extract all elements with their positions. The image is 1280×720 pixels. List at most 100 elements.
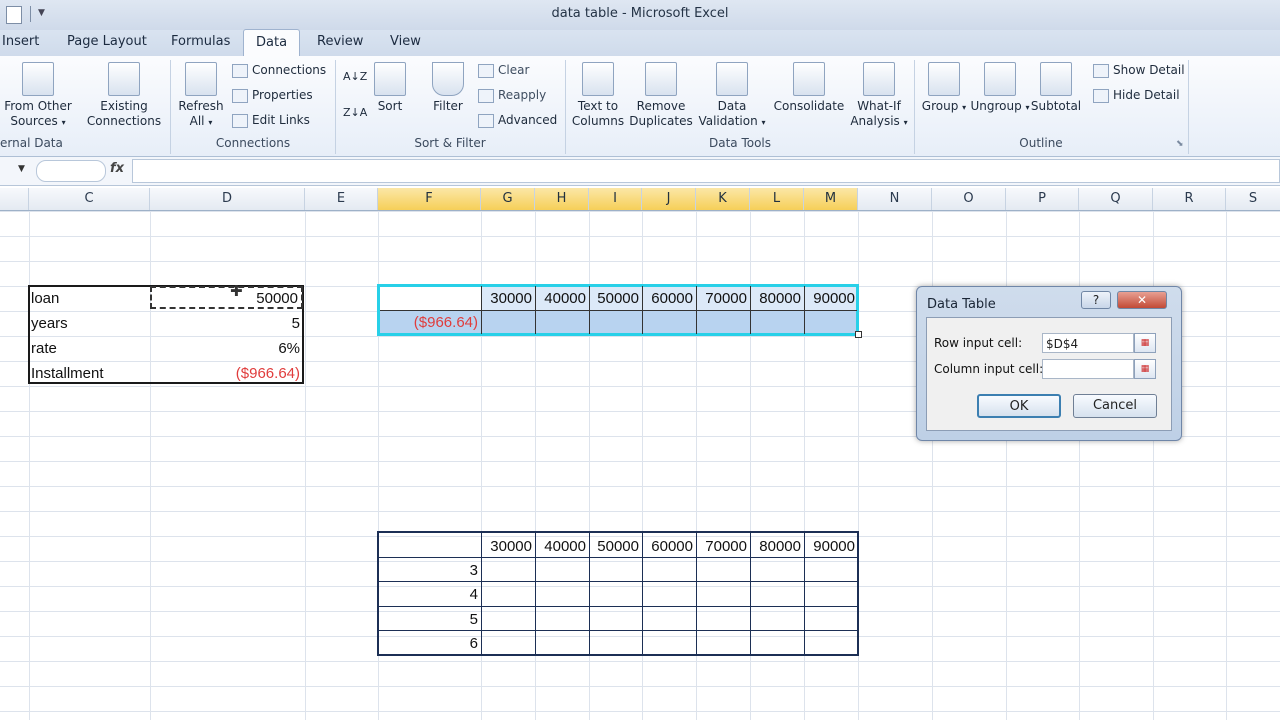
tab-data[interactable]: Data — [243, 29, 301, 57]
ok-button[interactable]: OK — [977, 394, 1061, 418]
advanced-button[interactable]: Advanced — [478, 113, 557, 128]
existing-connections-button[interactable]: Existing Connections — [84, 62, 164, 129]
name-box-dropdown-icon[interactable]: ▼ — [18, 164, 25, 174]
connections-button[interactable]: Connections — [232, 63, 326, 78]
collapse-dialog-icon[interactable]: ▦ — [1134, 359, 1156, 379]
reapply-label: Reapply — [498, 88, 547, 102]
hide-detail-button[interactable]: Hide Detail — [1093, 88, 1180, 103]
close-button[interactable]: ✕ — [1117, 291, 1167, 309]
subtotal-button[interactable]: Subtotal — [1028, 62, 1084, 114]
data-validation-button[interactable]: Data Validation ▾ — [696, 62, 768, 130]
column-header-m[interactable]: M — [804, 188, 858, 210]
table2-row-label[interactable]: 3 — [378, 558, 481, 583]
table2-header-cell[interactable]: 40000 — [535, 534, 589, 559]
formula-input[interactable] — [132, 159, 1280, 183]
fill-handle[interactable] — [855, 331, 862, 338]
table2-header-cell[interactable]: 60000 — [642, 534, 696, 559]
column-header-i[interactable]: I — [589, 188, 642, 210]
cell-loan-value[interactable]: 50000 — [150, 286, 303, 309]
table1-header-cell[interactable]: 90000 — [804, 286, 858, 311]
table1-header-cell[interactable]: 60000 — [642, 286, 696, 311]
column-header-p[interactable]: P — [1006, 188, 1079, 210]
table2-header-cell[interactable]: 30000 — [481, 534, 535, 559]
show-detail-button[interactable]: Show Detail — [1093, 63, 1185, 78]
name-box-expand[interactable] — [36, 160, 106, 182]
cancel-button[interactable]: Cancel — [1073, 394, 1157, 418]
sort-descending-button[interactable]: Z↓A — [343, 106, 367, 119]
clear-button[interactable]: Clear — [478, 63, 529, 78]
reapply-button[interactable]: Reapply — [478, 88, 546, 103]
cell-label-rate[interactable]: rate — [31, 336, 149, 361]
properties-button[interactable]: Properties — [232, 88, 313, 103]
cell-label-years[interactable]: years — [31, 311, 149, 336]
column-header-e[interactable]: E — [305, 188, 378, 210]
refresh-all-label-2: All ▾ — [189, 114, 213, 128]
table1-header-cell[interactable]: 30000 — [481, 286, 535, 311]
table2-header-cell[interactable]: 80000 — [750, 534, 804, 559]
text-to-columns-button[interactable]: Text to Columns — [570, 62, 626, 129]
column-header-d[interactable]: D — [150, 188, 305, 210]
row-input-field[interactable]: $D$4 — [1042, 333, 1134, 353]
consolidate-button[interactable]: Consolidate — [772, 62, 846, 114]
cell-installment-value[interactable]: ($966.64) — [150, 361, 303, 386]
consolidate-label: Consolidate — [773, 99, 845, 113]
tab-view[interactable]: View — [390, 34, 421, 49]
table1-formula-cell[interactable]: ($966.64) — [378, 310, 481, 335]
cell-years-value[interactable]: 5 — [150, 311, 303, 336]
from-other-sources-button[interactable]: From Other Sources ▾ — [2, 62, 74, 130]
column-header-s[interactable]: S — [1226, 188, 1280, 210]
group-label-outline: Outline — [1019, 136, 1063, 150]
column-header-h[interactable]: H — [535, 188, 589, 210]
cell-label-loan[interactable]: loan — [31, 286, 149, 311]
ungroup-button[interactable]: Ungroup ▾ — [968, 62, 1032, 115]
table2-row-label[interactable]: 6 — [378, 631, 481, 656]
table1-header-cell[interactable]: 40000 — [535, 286, 589, 311]
dialog-launcher-icon[interactable]: ⬊ — [1176, 139, 1184, 149]
table2-header-cell[interactable]: 90000 — [804, 534, 858, 559]
tab-review[interactable]: Review — [317, 34, 363, 49]
consolidate-icon — [793, 62, 825, 96]
column-header-r[interactable]: R — [1153, 188, 1226, 210]
column-header-g[interactable]: G — [481, 188, 535, 210]
sort-ascending-button[interactable]: A↓Z — [343, 70, 367, 83]
refresh-all-button[interactable]: Refresh All ▾ — [174, 62, 228, 130]
cell-rate-value[interactable]: 6% — [150, 336, 303, 361]
column-header-o[interactable]: O — [932, 188, 1006, 210]
data-table-dialog: Data Table ? ✕ Row input cell: $D$4 ▦ Co… — [916, 286, 1182, 441]
table1-header-cell[interactable]: 50000 — [589, 286, 642, 311]
group-label-data-tools: Data Tools — [708, 136, 772, 150]
column-header-l[interactable]: L — [750, 188, 804, 210]
column-header-partial[interactable] — [0, 188, 29, 210]
column-header-c[interactable]: C — [29, 188, 150, 210]
table2-row-label[interactable]: 5 — [378, 607, 481, 632]
column-header-q[interactable]: Q — [1079, 188, 1153, 210]
insert-function-icon[interactable]: fx — [110, 161, 124, 176]
edit-links-button[interactable]: Edit Links — [232, 113, 310, 128]
table2-row-label[interactable]: 4 — [378, 582, 481, 607]
tab-page-layout[interactable]: Page Layout — [67, 34, 147, 49]
tab-insert[interactable]: Insert — [2, 34, 39, 49]
column-header-j[interactable]: J — [642, 188, 696, 210]
table2-header-cell[interactable]: 50000 — [589, 534, 642, 559]
table2-header-cell[interactable]: 70000 — [696, 534, 750, 559]
gridline — [1226, 211, 1227, 720]
column-input-field[interactable] — [1042, 359, 1134, 379]
remove-duplicates-button[interactable]: Remove Duplicates — [629, 62, 693, 129]
sort-button[interactable]: Sort — [370, 62, 410, 114]
group-button[interactable]: Group ▾ — [920, 62, 968, 115]
filter-button[interactable]: Filter — [426, 62, 470, 114]
from-other-sources-label-2: Sources ▾ — [10, 114, 66, 128]
table1-header-cell[interactable]: 70000 — [696, 286, 750, 311]
column-header-f[interactable]: F — [378, 188, 481, 210]
column-header-k[interactable]: K — [696, 188, 750, 210]
cell-label-installment[interactable]: Installment — [31, 361, 149, 386]
ungroup-label: Ungroup ▾ — [970, 99, 1030, 113]
tab-formulas[interactable]: Formulas — [171, 34, 230, 49]
what-if-analysis-button[interactable]: What-If Analysis ▾ — [848, 62, 910, 130]
connections-icon — [232, 63, 248, 78]
table1-header-cell[interactable]: 80000 — [750, 286, 804, 311]
ribbon: From Other Sources ▾ Existing Connection… — [0, 56, 1280, 157]
column-header-n[interactable]: N — [858, 188, 932, 210]
help-button[interactable]: ? — [1081, 291, 1111, 309]
collapse-dialog-icon[interactable]: ▦ — [1134, 333, 1156, 353]
